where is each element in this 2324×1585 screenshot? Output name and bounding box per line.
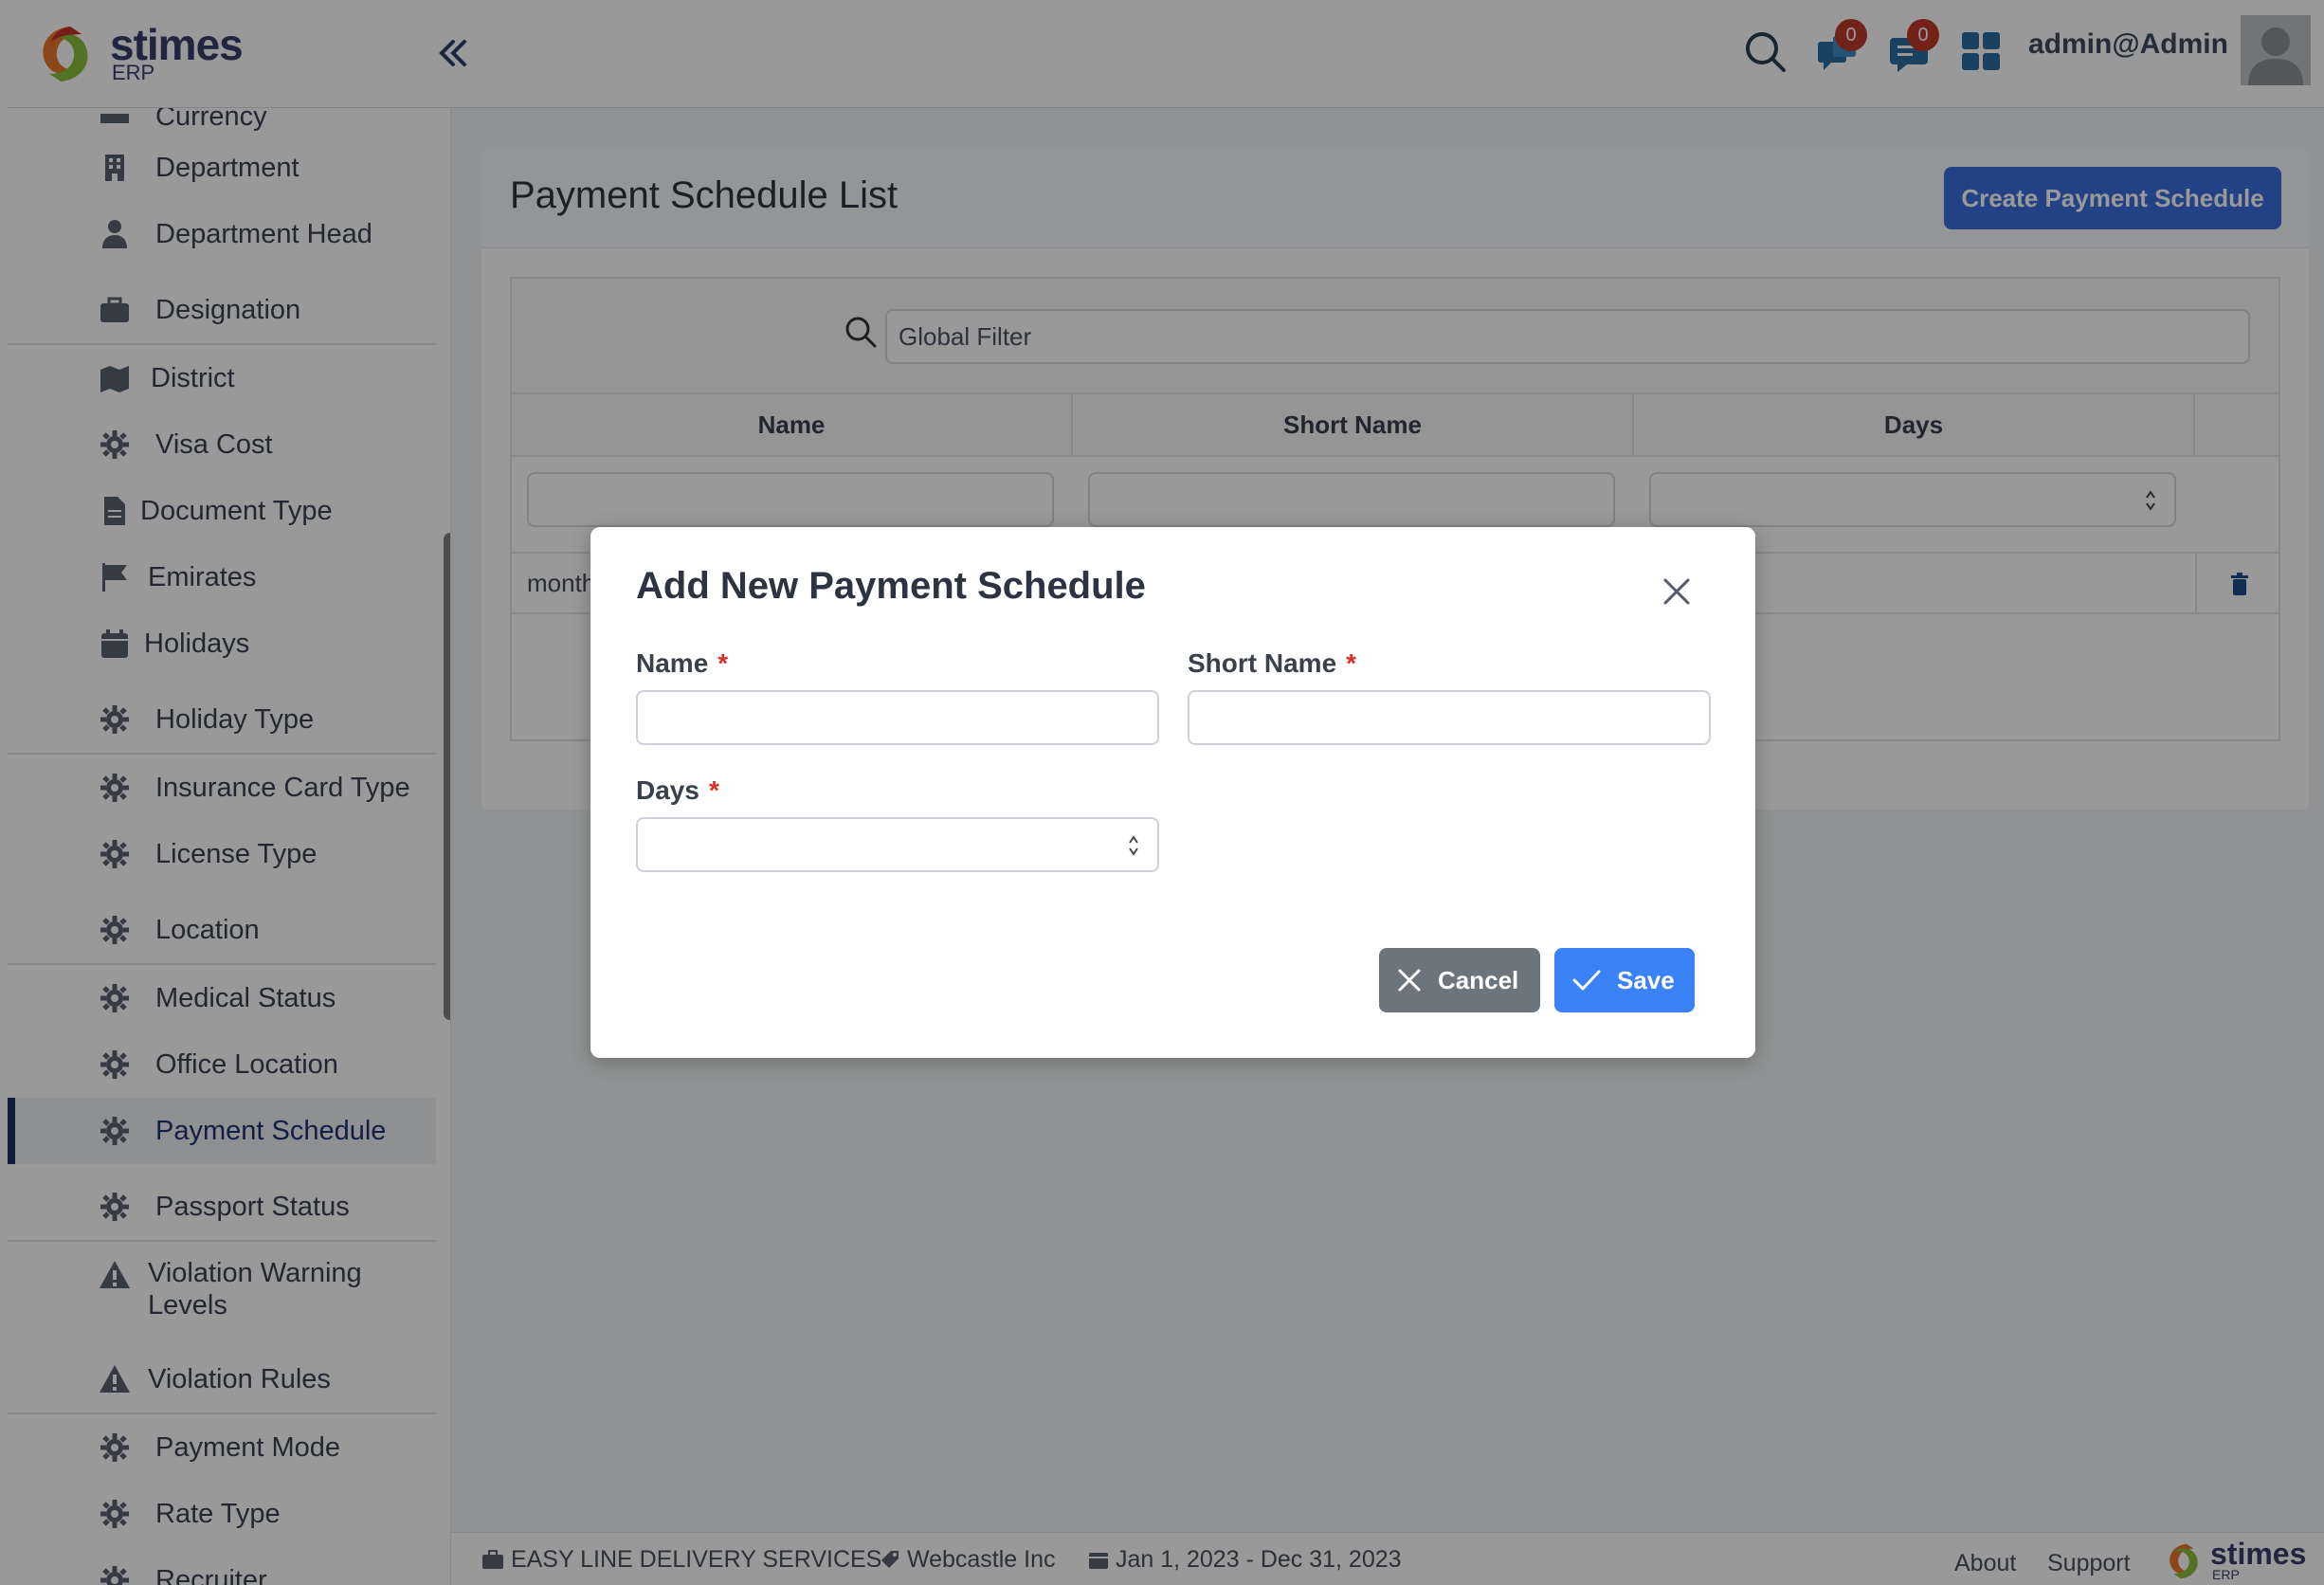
add-payment-schedule-dialog: Add New Payment Schedule Name * Short Nam… xyxy=(590,527,1755,1058)
cancel-button-label: Cancel xyxy=(1438,965,1519,994)
required-mark: * xyxy=(708,775,719,805)
short-name-field-label: Short Name * xyxy=(1188,648,1356,679)
dialog-title: Add New Payment Schedule xyxy=(636,565,1146,607)
save-button[interactable]: Save xyxy=(1554,948,1695,1012)
name-field-label: Name * xyxy=(636,648,728,679)
days-input[interactable] xyxy=(636,817,1159,872)
required-mark: * xyxy=(1346,648,1357,678)
short-name-input[interactable] xyxy=(1188,690,1711,745)
save-button-label: Save xyxy=(1617,965,1675,994)
required-mark: * xyxy=(717,648,729,678)
days-label-text: Days xyxy=(636,775,699,805)
close-icon[interactable] xyxy=(1658,573,1696,610)
name-label-text: Name xyxy=(636,648,709,678)
check-icon xyxy=(1572,970,1601,991)
name-input[interactable] xyxy=(636,690,1159,745)
cancel-button[interactable]: Cancel xyxy=(1379,948,1540,1012)
short-name-label-text: Short Name xyxy=(1188,648,1337,678)
days-field-label: Days * xyxy=(636,775,719,806)
number-spinner-icon[interactable] xyxy=(1127,832,1140,859)
close-icon xyxy=(1398,969,1421,992)
